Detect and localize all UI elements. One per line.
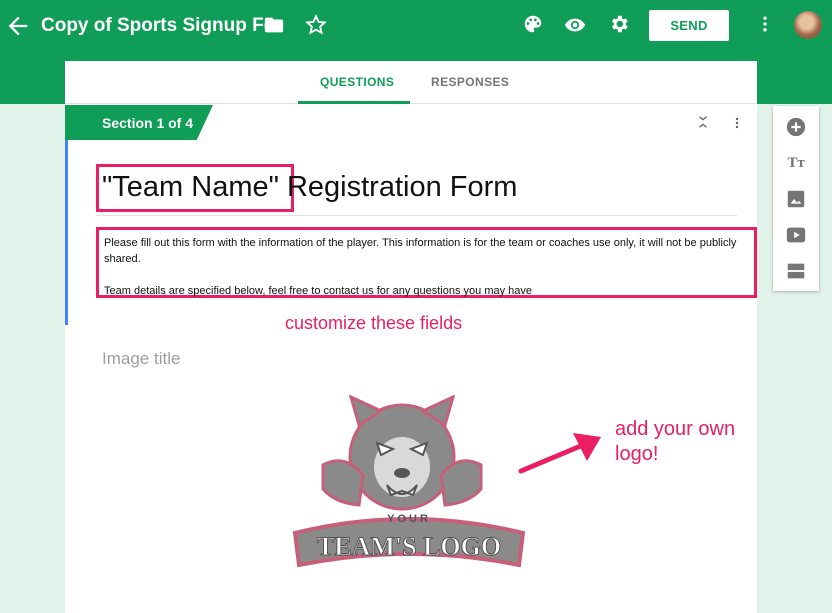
add-question-icon[interactable]: [785, 116, 807, 138]
logo-annotation-line-1: add your own: [615, 418, 736, 440]
active-section-accent: [65, 140, 68, 325]
form-title-rest: Registration Form: [278, 171, 518, 203]
logo-claw-right: [439, 459, 483, 507]
question-toolbar: Tт: [773, 106, 819, 291]
add-title-icon[interactable]: Tт: [785, 152, 807, 174]
form-title[interactable]: "Team Name" Registration Form: [102, 171, 517, 204]
section-more-icon[interactable]: [731, 113, 743, 133]
annotation-arrow-icon: [518, 433, 601, 474]
collapse-section-icon[interactable]: [696, 112, 710, 132]
customize-annotation: customize these fields: [285, 313, 463, 333]
add-section-icon[interactable]: [785, 260, 807, 282]
document-title[interactable]: Copy of Sports Signup For: [41, 15, 283, 37]
tab-bar: QUESTIONS RESPONSES: [65, 61, 757, 104]
section-label: Section 1 of 4: [65, 105, 213, 140]
logo-claw-left: [321, 459, 365, 507]
form-card: QUESTIONS RESPONSES Section 1 of 4 "Team…: [65, 61, 757, 613]
settings-gear-icon[interactable]: [608, 13, 630, 35]
back-arrow-icon[interactable]: [4, 12, 32, 40]
add-video-icon[interactable]: [785, 224, 807, 246]
form-description[interactable]: Please fill out this form with the infor…: [104, 235, 752, 299]
logo-annotation: add your own logo!: [615, 417, 735, 467]
description-line-1: Please fill out this form with the infor…: [104, 237, 737, 265]
more-vert-icon[interactable]: [755, 13, 775, 35]
logo-annotation-line-2: logo!: [615, 443, 659, 465]
tab-questions[interactable]: QUESTIONS: [320, 75, 394, 89]
star-icon[interactable]: [305, 14, 327, 36]
logo-text-small: YOUR: [387, 513, 431, 525]
form-description-field[interactable]: Please fill out this form with the infor…: [96, 227, 757, 298]
image-title-input[interactable]: Image title: [102, 349, 180, 369]
form-title-field[interactable]: "Team Name" Registration Form: [96, 164, 737, 216]
folder-icon[interactable]: [263, 14, 285, 36]
send-button[interactable]: SEND: [649, 10, 729, 41]
description-line-2: Team details are specified below, feel f…: [104, 285, 533, 297]
avatar[interactable]: [794, 11, 822, 39]
tab-responses[interactable]: RESPONSES: [431, 75, 509, 89]
team-logo-image[interactable]: YOUR TEAM'S LOGO: [289, 395, 529, 575]
palette-icon[interactable]: [522, 13, 544, 35]
add-image-icon[interactable]: [785, 188, 807, 210]
active-tab-indicator: [298, 101, 410, 104]
preview-eye-icon[interactable]: [564, 14, 586, 36]
form-title-highlight: "Team Name": [102, 171, 279, 203]
logo-text-big: TEAM'S LOGO: [317, 532, 501, 561]
